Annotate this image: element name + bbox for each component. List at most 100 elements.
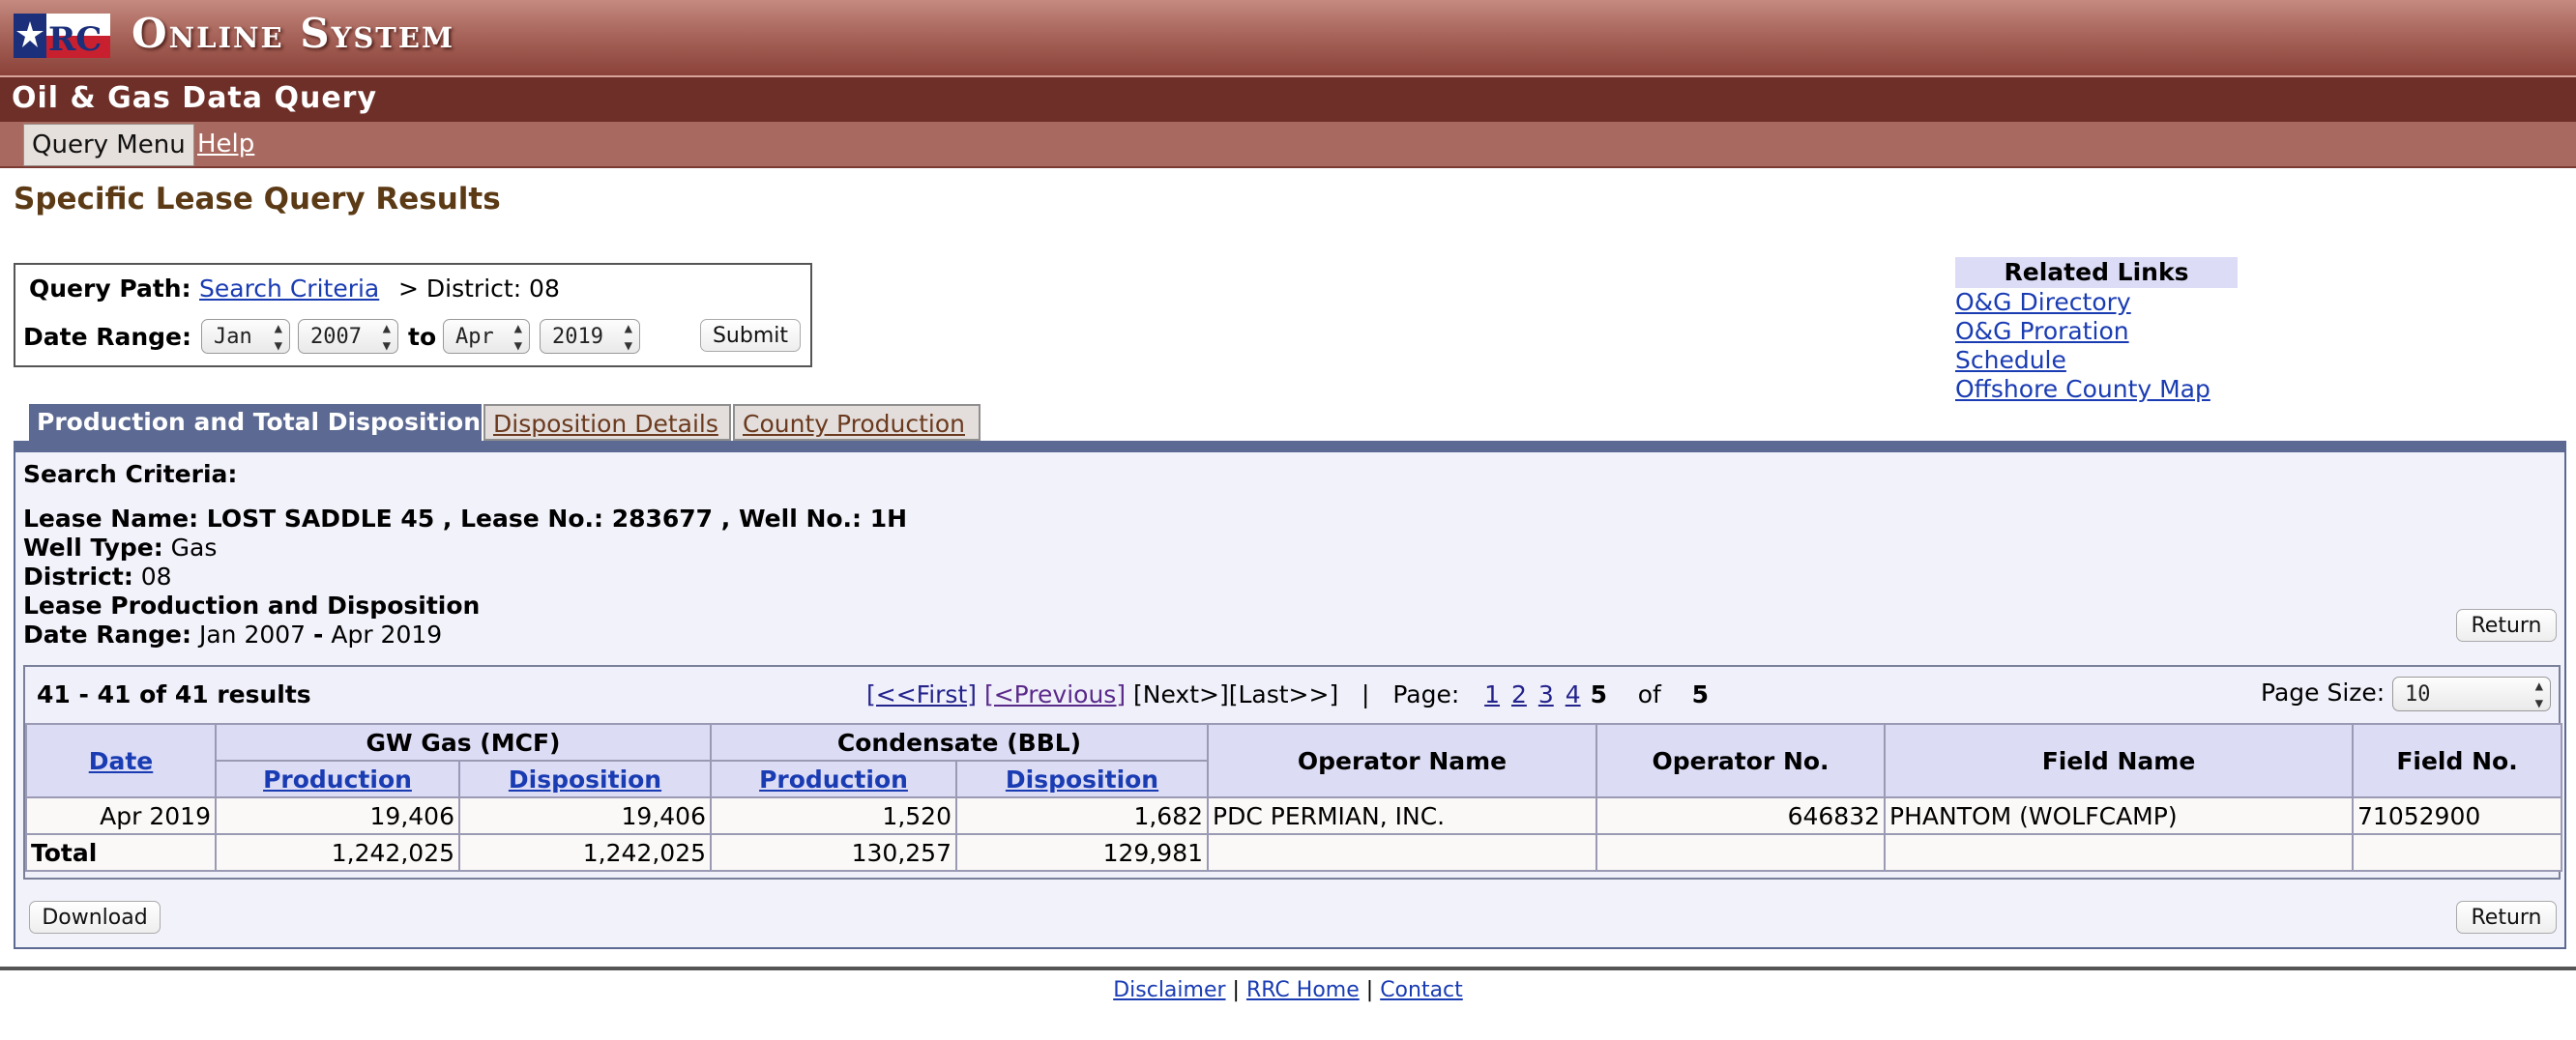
pagination: [<<First] [<Previous] [Next>][Last>>] | … [866,680,1709,708]
gas-disposition-sort-link[interactable]: Disposition [509,766,661,794]
from-month-value: Jan [214,325,252,349]
page-size-select[interactable]: 10 ▲ ▼ [2392,677,2551,711]
page-label: Page: [1392,680,1460,708]
production-table: Date GW Gas (MCF) Condensate (BBL) Opera… [25,723,2563,872]
search-criteria-link[interactable]: Search Criteria [199,274,379,303]
row-gas-disposition: 19,406 [458,796,712,835]
offshore-county-map-link[interactable]: Offshore County Map [1955,375,2238,404]
related-links: Related Links O&G Directory O&G Proratio… [1955,257,2238,404]
query-menu-button[interactable]: Query Menu [23,124,194,166]
lease-info: Lease Name: LOST SADDLE 45 , Lease No.: … [23,505,908,533]
row-gas-production: 19,406 [215,796,460,835]
total-label: Total [25,833,217,872]
cond-disposition-header: Disposition [954,760,1210,798]
section-title: Lease Production and Disposition [23,592,481,620]
help-link[interactable]: Help [190,124,262,164]
page-link-2[interactable]: 2 [1511,680,1527,708]
search-criteria-heading: Search Criteria: [23,460,238,488]
rrc-logo: RC [14,14,110,58]
district-row: District: 08 [23,563,172,591]
row-field-name: PHANTOM (WOLFCAMP) [1884,796,2355,835]
results-count: 41 - 41 of 41 results [37,680,311,708]
condensate-header: Condensate (BBL) [709,723,1210,762]
page-size-label: Page Size: [2261,679,2386,707]
district-label: District: [23,563,133,591]
date-range-to: Apr 2019 [331,621,443,649]
operator-no-header: Operator No. [1595,723,1887,798]
download-button[interactable]: Download [29,901,161,934]
page-size-value: 10 [2405,682,2431,707]
pager-separator: | [1361,680,1370,708]
operator-name-header: Operator Name [1207,723,1598,798]
footer-separator: | [1365,978,1374,1002]
banner-title: Online System [132,10,455,57]
contact-link[interactable]: Contact [1380,978,1463,1002]
menu-bar: Query Menu Help [0,122,2576,168]
submit-button[interactable]: Submit [700,319,801,352]
query-path-district: > District: 08 [398,274,560,303]
tab-production-disposition[interactable]: Production and Total Disposition [29,404,482,441]
row-operator-no: 646832 [1595,796,1887,835]
related-links-heading: Related Links [1955,257,2238,288]
updown-arrows-icon: ▲ ▼ [382,321,391,354]
row-field-no: 71052900 [2352,796,2563,835]
field-name-header: Field Name [1884,723,2355,798]
row-operator-name: PDC PERMIAN, INC. [1207,796,1598,835]
total-gas-disposition: 1,242,025 [458,833,712,872]
district-value: 08 [140,563,172,591]
updown-arrows-icon: ▲ ▼ [513,321,522,354]
from-month-select[interactable]: Jan ▲ ▼ [201,319,290,354]
gas-production-header: Production [215,760,460,798]
to-month-select[interactable]: Apr ▲ ▼ [443,319,530,354]
well-type-value: Gas [170,534,218,562]
og-directory-link[interactable]: O&G Directory [1955,288,2238,317]
page-link-3[interactable]: 3 [1538,680,1554,708]
query-box: Query Path: Search Criteria > District: … [14,263,812,367]
from-year-value: 2007 [310,325,362,349]
date-range-criteria-label: Date Range: [23,621,191,649]
updown-arrows-icon: ▲ ▼ [2534,679,2543,711]
cond-production-sort-link[interactable]: Production [759,766,908,794]
total-gas-production: 1,242,025 [215,833,460,872]
total-empty-cell [1595,833,1887,872]
query-path-label: Query Path: [29,274,191,303]
row-cond-production: 1,520 [710,796,957,835]
footer-separator: | [1232,978,1240,1002]
gas-production-sort-link[interactable]: Production [263,766,412,794]
rrc-home-link[interactable]: RRC Home [1246,978,1360,1002]
updown-arrows-icon: ▲ ▼ [624,321,632,354]
date-range-from: Jan 2007 [198,621,307,649]
table-header-row: Date GW Gas (MCF) Condensate (BBL) Opera… [25,723,2563,798]
return-button-bottom[interactable]: Return [2456,901,2557,934]
total-pages: 5 [1691,680,1710,708]
disclaimer-link[interactable]: Disclaimer [1113,978,1225,1002]
cond-production-header: Production [710,760,957,798]
footer: Disclaimer | RRC Home | Contact [0,978,2576,1002]
well-type-row: Well Type: Gas [23,534,217,562]
proration-schedule-link[interactable]: O&G Proration Schedule [1955,317,2238,375]
row-date: Apr 2019 [25,796,217,835]
to-year-select[interactable]: 2019 ▲ ▼ [540,319,640,354]
previous-page-link[interactable]: [<Previous] [984,680,1126,708]
footer-divider [0,967,2576,970]
results-box: 41 - 41 of 41 results [<<First] [<Previo… [23,665,2563,880]
total-row: Total 1,242,025 1,242,025 130,257 129,98… [25,833,2563,872]
first-page-link[interactable]: [<<First] [866,680,977,708]
to-year-value: 2019 [552,325,603,349]
page-link-1[interactable]: 1 [1484,680,1500,708]
gw-gas-header: GW Gas (MCF) [215,723,712,762]
total-cond-disposition: 129,981 [954,833,1210,872]
tab-county-production[interactable]: County Production [733,404,981,441]
from-year-select[interactable]: 2007 ▲ ▼ [298,319,398,354]
updown-arrows-icon: ▲ ▼ [274,321,282,354]
date-sort-link[interactable]: Date [89,747,154,775]
next-last-text: [Next>][Last>>] [1133,680,1339,708]
page-link-4[interactable]: 4 [1566,680,1581,708]
app-title: Oil & Gas Data Query [12,81,378,115]
tab-disposition-details[interactable]: Disposition Details [483,404,731,441]
svg-text:RC: RC [48,20,102,58]
cond-disposition-sort-link[interactable]: Disposition [1006,766,1158,794]
return-button-top[interactable]: Return [2456,609,2557,642]
to-month-value: Apr [455,325,494,349]
app-subheader: Oil & Gas Data Query [0,75,2576,122]
